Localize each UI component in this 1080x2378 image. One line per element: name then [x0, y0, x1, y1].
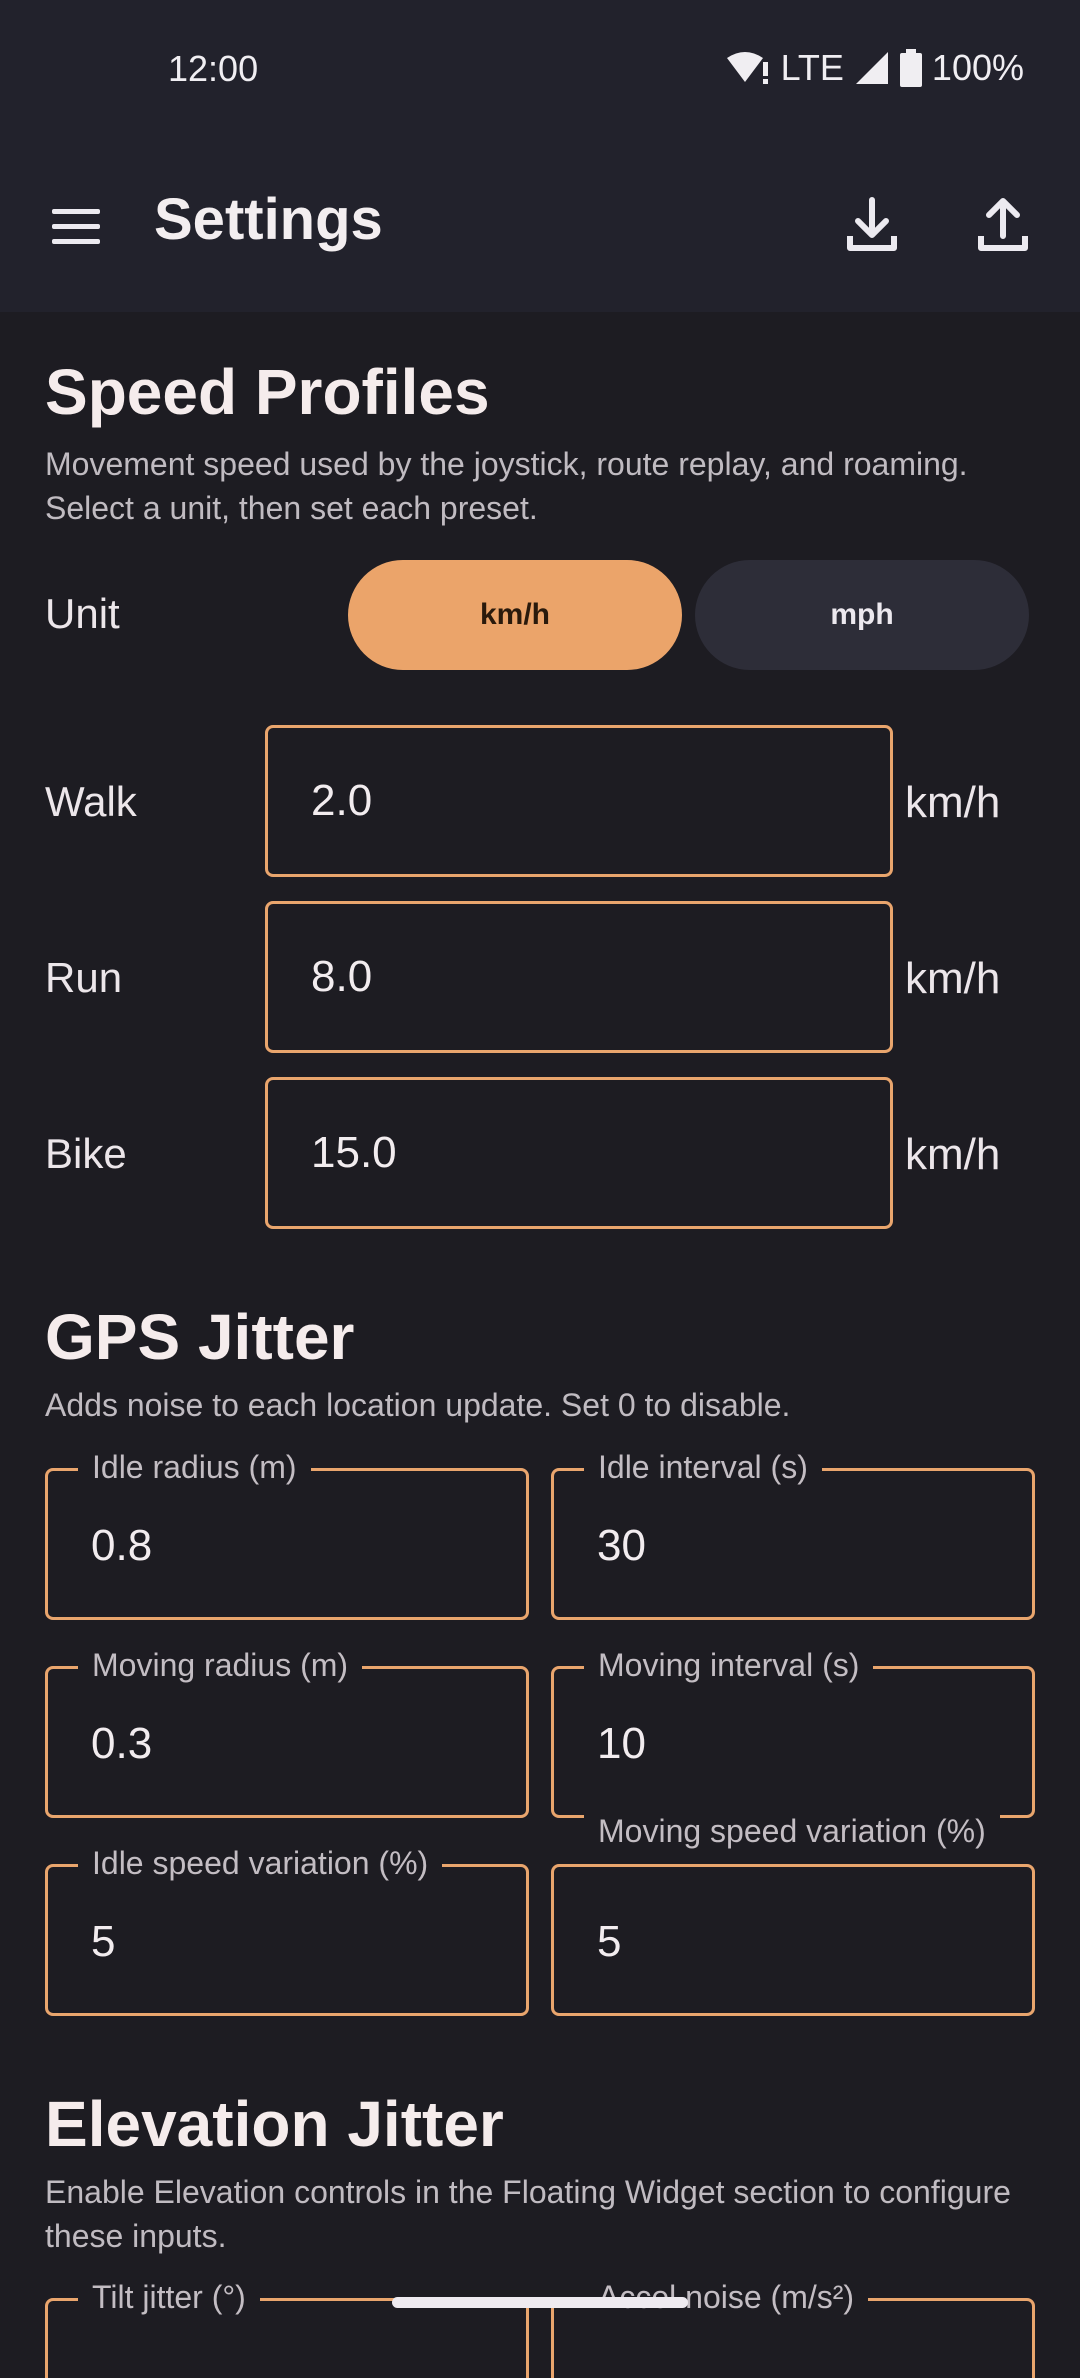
walk-label: Walk [45, 778, 137, 825]
moving-interval-field[interactable]: Moving interval (s) 10 [551, 1643, 1035, 1818]
bike-unit-label: km/h [905, 1130, 1001, 1179]
gps-jitter-description: Adds noise to each location update. Set … [45, 1387, 791, 1423]
accel-noise-field[interactable]: Accel noise (m/s²) [551, 2275, 1035, 2378]
idle-interval-field[interactable]: Idle interval (s) 30 [551, 1445, 1035, 1620]
idle-radius-field[interactable]: Idle radius (m) 0.8 [45, 1445, 529, 1620]
speed-profiles-title: Speed Profiles [45, 356, 490, 428]
unit-kmh-button[interactable]: km/h [348, 560, 682, 670]
moving-radius-label: Moving radius (m) [78, 1643, 363, 1687]
run-speed-input[interactable]: 8.0 [265, 901, 893, 1053]
run-label: Run [45, 954, 123, 1001]
tilt-jitter-field[interactable]: Tilt jitter (°) [45, 2275, 529, 2378]
moving-speed-variation-value: 5 [597, 1917, 622, 1966]
idle-radius-value: 0.8 [91, 1521, 153, 1570]
walk-unit-label: km/h [905, 778, 1001, 827]
gps-jitter-title: GPS Jitter [45, 1301, 355, 1373]
home-indicator[interactable] [392, 2297, 688, 2308]
idle-radius-label: Idle radius (m) [78, 1445, 311, 1489]
run-unit-label: km/h [905, 954, 1001, 1003]
moving-radius-field[interactable]: Moving radius (m) 0.3 [45, 1643, 529, 1818]
elevation-jitter-title: Elevation Jitter [45, 2088, 504, 2160]
moving-interval-label: Moving interval (s) [584, 1643, 874, 1687]
bike-speed-input[interactable]: 15.0 [265, 1077, 893, 1229]
bike-label: Bike [45, 1130, 127, 1177]
idle-speed-variation-value: 5 [91, 1917, 116, 1966]
settings-content[interactable]: Speed Profiles Movement speed used by th… [0, 0, 1080, 2378]
idle-speed-variation-field[interactable]: Idle speed variation (%) 5 [45, 1841, 529, 2016]
speed-profiles-description: Movement speed used by the joystick, rou… [45, 446, 968, 526]
idle-speed-variation-label: Idle speed variation (%) [78, 1841, 443, 1885]
unit-mph-button[interactable]: mph [695, 560, 1029, 670]
moving-speed-variation-label: Moving speed variation (%) [584, 1809, 1000, 1853]
tilt-jitter-label: Tilt jitter (°) [78, 2275, 260, 2319]
idle-interval-label: Idle interval (s) [584, 1445, 822, 1489]
run-speed-value: 8.0 [311, 952, 373, 1001]
moving-speed-variation-field[interactable]: Moving speed variation (%) 5 [551, 1809, 1035, 2016]
walk-speed-input[interactable]: 2.0 [265, 725, 893, 877]
elevation-jitter-description: Enable Elevation controls in the Floatin… [45, 2174, 1011, 2254]
bike-speed-value: 15.0 [311, 1128, 397, 1177]
moving-radius-value: 0.3 [91, 1719, 153, 1768]
walk-speed-value: 2.0 [311, 776, 373, 825]
idle-interval-value: 30 [597, 1521, 646, 1570]
moving-interval-value: 10 [597, 1719, 646, 1768]
unit-label: Unit [45, 590, 120, 637]
